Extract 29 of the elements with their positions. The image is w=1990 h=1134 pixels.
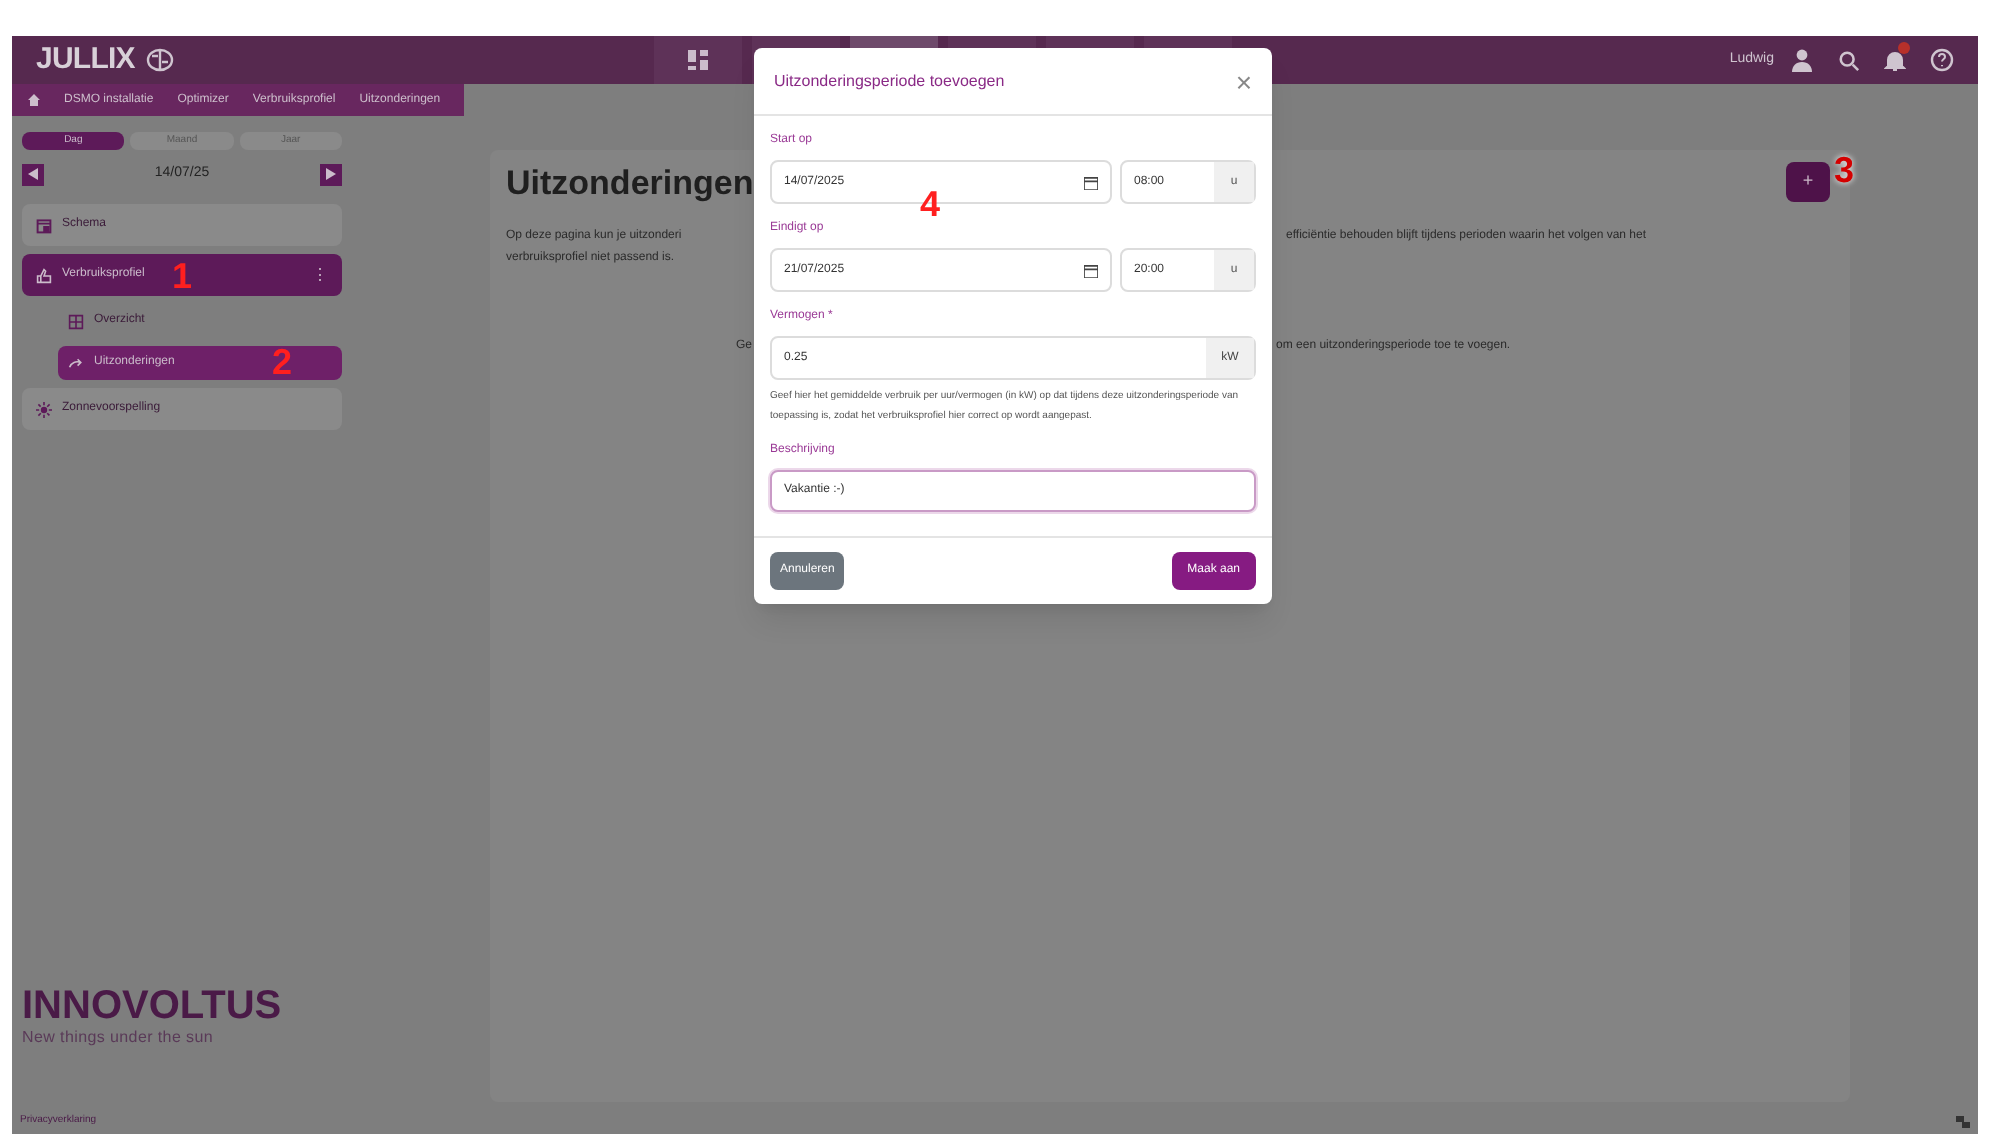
bell-icon[interactable] [1884, 48, 1906, 72]
brand-tagline: New things under the sun [22, 1026, 216, 1050]
grid-icon [68, 313, 84, 329]
annotation-number: 2 [272, 344, 293, 380]
close-button[interactable]: × [1235, 67, 1252, 95]
next-day-button[interactable] [320, 163, 342, 185]
annotation-number: 1 [171, 257, 192, 293]
home-icon[interactable] [28, 94, 40, 106]
thumbs-up-icon [36, 267, 52, 283]
more-icon[interactable]: ⋮ [312, 263, 328, 287]
calendar-icon [36, 217, 52, 233]
triangle-left-icon [28, 168, 38, 180]
calendar-icon[interactable] [1084, 263, 1098, 277]
search-icon[interactable] [1838, 49, 1860, 71]
page-title: Uitzonderingen [506, 162, 754, 206]
user-icon[interactable] [1790, 48, 1814, 72]
add-button[interactable]: + [1786, 162, 1830, 202]
previous-day-button[interactable] [22, 163, 44, 185]
curved-arrow-icon [68, 355, 84, 371]
dialog-title: Uitzonderingsperiode toevoegen [774, 69, 1005, 93]
calendar-icon[interactable] [1084, 175, 1098, 189]
brand-logo: INNOVOLTUS [22, 986, 284, 1026]
nav-button[interactable] [654, 36, 743, 84]
help-icon[interactable] [1930, 48, 1954, 72]
sun-icon [36, 401, 52, 417]
logo: JULLIX [36, 39, 135, 80]
annotation-number: 3 [1834, 152, 1855, 188]
triangle-right-icon [326, 168, 336, 180]
grid-icon [688, 50, 709, 70]
